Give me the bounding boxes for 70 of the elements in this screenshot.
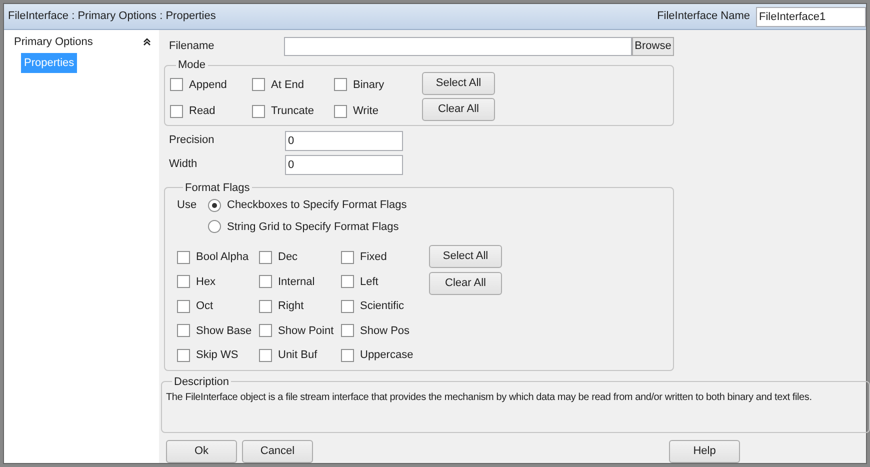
checkbox-label: Oct — [196, 299, 214, 314]
checkbox-label: Append — [189, 78, 227, 92]
checkbox[interactable] — [341, 348, 354, 362]
name-input[interactable]: FileInterface1 — [756, 6, 866, 26]
number-input[interactable]: 0 — [285, 130, 403, 150]
radio-button[interactable] — [208, 198, 221, 212]
checkbox-label: Read — [189, 104, 216, 119]
checkbox[interactable] — [252, 104, 265, 118]
checkbox-label: At End — [271, 78, 304, 92]
radio-button[interactable] — [208, 220, 221, 234]
field-label: Filename — [169, 39, 216, 54]
checkbox[interactable] — [334, 104, 347, 118]
checkbox[interactable] — [252, 78, 265, 92]
dialog-button[interactable]: Cancel — [242, 440, 313, 463]
checkbox-label: Internal — [278, 274, 315, 290]
checkbox-label: Hex — [196, 274, 216, 290]
help-button[interactable]: Help — [669, 440, 740, 463]
radio-label: String Grid to Specify Format Flags — [227, 220, 399, 234]
checkbox-label: Show Base — [196, 324, 252, 338]
checkbox[interactable] — [177, 300, 190, 313]
flags-button[interactable]: Clear All — [429, 272, 502, 295]
checkbox-label: Left — [360, 274, 378, 290]
group-title: Mode — [177, 58, 207, 73]
field-label: Precision — [169, 133, 216, 148]
collapse-icon[interactable] — [143, 38, 151, 46]
checkbox-label: Show Pos — [360, 324, 410, 338]
checkbox[interactable] — [170, 104, 183, 118]
field-label: Width — [169, 157, 198, 172]
checkbox-label: Truncate — [271, 104, 314, 119]
checkbox-label: Binary — [353, 78, 384, 92]
checkbox[interactable] — [341, 250, 354, 264]
window-title: FileInterface : Primary Options : Properties — [8, 9, 217, 24]
group-title: Format Flags — [184, 180, 251, 196]
checkbox[interactable] — [259, 275, 272, 288]
radio-label: Checkboxes to Specify Format Flags — [227, 198, 407, 213]
checkbox-label: Right — [278, 299, 304, 314]
flags-button[interactable]: Select All — [429, 245, 502, 268]
checkbox[interactable] — [259, 324, 272, 338]
checkbox[interactable] — [177, 324, 190, 338]
dialog-button[interactable]: Ok — [166, 440, 237, 463]
name-label: FileInterface Name — [657, 9, 750, 24]
checkbox-label: Skip WS — [196, 348, 238, 363]
checkbox[interactable] — [259, 348, 272, 362]
checkbox[interactable] — [259, 250, 272, 264]
description-text: The FileInterface object is a file stream interface that provides the mechanism by which data may be read from and/or written to both binary and text files. — [166, 391, 812, 405]
browse-button[interactable]: Browse — [632, 37, 674, 56]
checkbox[interactable] — [341, 300, 354, 313]
tree-item[interactable]: Primary Options — [11, 34, 96, 50]
checkbox[interactable] — [177, 275, 190, 288]
checkbox-label: Write — [353, 104, 378, 119]
checkbox-label: Dec — [278, 250, 298, 265]
checkbox-label: Fixed — [360, 250, 387, 265]
checkbox[interactable] — [177, 348, 190, 362]
group-title: Description — [173, 374, 230, 390]
checkbox-label: Scientific — [360, 299, 404, 314]
checkbox-label: Show Point — [278, 324, 334, 338]
checkbox[interactable] — [334, 78, 347, 92]
checkbox-label: Uppercase — [360, 348, 414, 363]
mode-button[interactable]: Clear All — [422, 98, 495, 120]
mode-button[interactable]: Select All — [422, 72, 495, 94]
checkbox[interactable] — [341, 324, 354, 338]
use-label: Use — [177, 199, 197, 211]
checkbox-label: Bool Alpha — [196, 250, 249, 265]
checkbox[interactable] — [177, 250, 190, 264]
checkbox[interactable] — [170, 78, 183, 92]
checkbox[interactable] — [259, 300, 272, 313]
checkbox[interactable] — [341, 275, 354, 288]
checkbox-label: Unit Buf — [278, 348, 318, 363]
filename-input[interactable] — [284, 37, 632, 56]
number-input[interactable]: 0 — [285, 154, 403, 174]
